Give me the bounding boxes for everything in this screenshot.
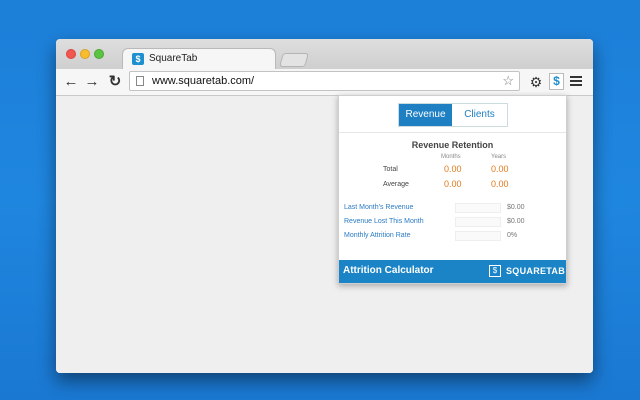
brand-name: SQUARETAB: [506, 266, 566, 276]
page-icon: [136, 76, 144, 86]
zoom-window-button[interactable]: [94, 49, 104, 59]
row-label-average: Average: [383, 181, 409, 188]
attrition-rate-value: 0%: [507, 232, 518, 239]
section-title: Revenue Retention: [411, 140, 494, 150]
browser-window: $ SquareTab ← → ↻ www.squaretab.com/ ☆ ⚙…: [56, 39, 593, 373]
average-years-value: 0.00: [491, 179, 509, 189]
col-header-months: Months: [441, 154, 461, 160]
total-years-value: 0.00: [491, 164, 509, 174]
back-arrow-icon[interactable]: ←: [62, 73, 80, 91]
tab-clients[interactable]: Clients: [452, 104, 507, 126]
revenue-lost-value: $0.00: [507, 218, 525, 225]
title-bar: $ SquareTab: [56, 39, 593, 70]
last-month-revenue-value: $0.00: [507, 204, 525, 211]
popup-tabs: Revenue Clients: [398, 103, 508, 127]
revenue-lost-label: Revenue Lost This Month: [344, 218, 424, 225]
footer-title: Attrition Calculator: [343, 265, 434, 276]
squaretab-logo-icon: $: [489, 265, 501, 277]
col-header-years: Years: [491, 154, 507, 160]
address-bar[interactable]: www.squaretab.com/ ☆: [129, 71, 520, 91]
row-label-total: Total: [383, 166, 398, 173]
squaretab-extension-icon[interactable]: $: [549, 73, 564, 90]
menu-icon[interactable]: [570, 74, 582, 88]
revenue-lost-input[interactable]: [455, 217, 501, 227]
tab-title: SquareTab: [149, 53, 198, 64]
bookmark-star-icon[interactable]: ☆: [502, 73, 514, 89]
total-months-value: 0.00: [444, 164, 462, 174]
extension-popup: Revenue Clients Revenue Retention Months…: [338, 95, 567, 284]
squaretab-favicon-icon: $: [132, 53, 144, 65]
close-window-button[interactable]: [66, 49, 76, 59]
minimize-window-button[interactable]: [80, 49, 90, 59]
last-month-revenue-input[interactable]: [455, 203, 501, 213]
gear-icon[interactable]: ⚙: [528, 73, 544, 91]
browser-tab[interactable]: $ SquareTab: [122, 48, 276, 70]
reload-icon[interactable]: ↻: [106, 73, 124, 91]
forward-arrow-icon[interactable]: →: [83, 73, 101, 91]
tab-revenue[interactable]: Revenue: [399, 104, 452, 126]
url-text[interactable]: www.squaretab.com/: [152, 75, 254, 87]
divider: [339, 132, 566, 133]
new-tab-button[interactable]: [279, 53, 309, 67]
popup-footer: Attrition Calculator $ SQUARETAB: [339, 260, 566, 283]
browser-toolbar: ← → ↻ www.squaretab.com/ ☆ ⚙ $: [56, 69, 593, 96]
last-month-revenue-label: Last Month's Revenue: [344, 204, 414, 211]
attrition-rate-label: Monthly Attrition Rate: [344, 232, 411, 239]
attrition-rate-input[interactable]: [455, 231, 501, 241]
average-months-value: 0.00: [444, 179, 462, 189]
